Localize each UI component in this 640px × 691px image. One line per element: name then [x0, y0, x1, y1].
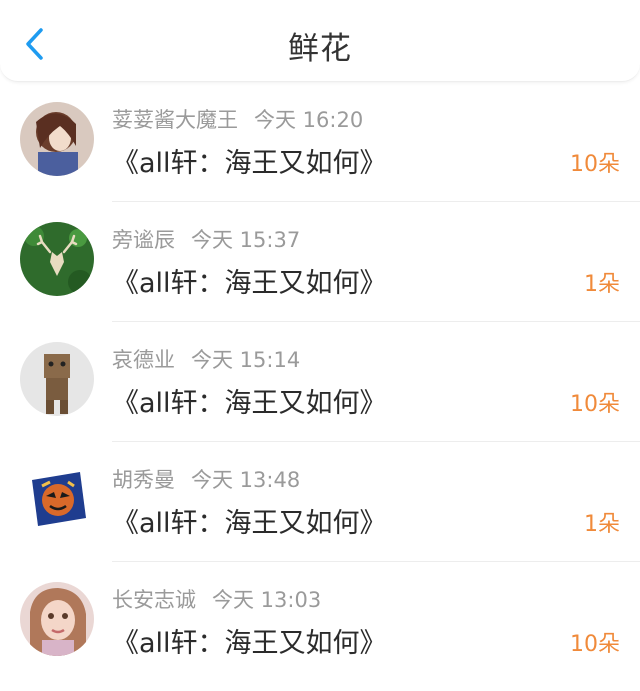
- sender-info: 旁谧辰 今天 15:37: [112, 224, 300, 254]
- list-item[interactable]: 胡秀曼 今天 13:48 《all轩：海王又如何》 1朵: [0, 442, 640, 562]
- sender-name: 长安志诚: [112, 588, 196, 612]
- list-item[interactable]: 哀德业 今天 15:14 《all轩：海王又如何》 10朵: [0, 322, 640, 442]
- timestamp: 今天 13:03: [212, 588, 322, 612]
- timestamp: 今天 13:48: [191, 468, 301, 492]
- book-title: 《all轩：海王又如何》: [112, 628, 387, 659]
- timestamp: 今天 15:14: [191, 348, 301, 372]
- timestamp: 今天 16:20: [254, 108, 364, 132]
- list-item[interactable]: 荽荽酱大魔王 今天 16:20 《all轩：海王又如何》 10朵: [0, 82, 640, 202]
- sender-name: 哀德业: [112, 348, 175, 372]
- sender-name: 荽荽酱大魔王: [112, 108, 238, 132]
- sender-name: 旁谧辰: [112, 228, 175, 252]
- list-item[interactable]: 长安志诚 今天 13:03 《all轩：海王又如何》 10朵: [0, 562, 640, 682]
- avatar[interactable]: [20, 342, 94, 416]
- avatar[interactable]: [20, 102, 94, 176]
- book-title: 《all轩：海王又如何》: [112, 148, 387, 179]
- book-title: 《all轩：海王又如何》: [112, 388, 387, 419]
- flower-gift-list: 荽荽酱大魔王 今天 16:20 《all轩：海王又如何》 10朵 旁谧辰 今天 15…: [0, 82, 640, 682]
- timestamp: 今天 15:37: [191, 228, 301, 252]
- avatar[interactable]: [20, 222, 94, 296]
- sender-info: 长安志诚 今天 13:03: [112, 584, 321, 614]
- flower-count: 10朵: [570, 152, 620, 177]
- list-item[interactable]: 旁谧辰 今天 15:37 《all轩：海王又如何》 1朵: [0, 202, 640, 322]
- book-title: 《all轩：海王又如何》: [112, 508, 387, 539]
- page-title: 鲜花: [288, 31, 352, 67]
- sender-info: 哀德业 今天 15:14: [112, 344, 300, 374]
- flower-count: 10朵: [570, 392, 620, 417]
- flower-count: 10朵: [570, 632, 620, 657]
- book-title: 《all轩：海王又如何》: [112, 268, 387, 299]
- top-bar: 鲜花: [0, 0, 640, 82]
- sender-info: 荽荽酱大魔王 今天 16:20: [112, 104, 363, 134]
- avatar[interactable]: [20, 462, 94, 536]
- flower-count: 1朵: [584, 512, 620, 537]
- avatar[interactable]: [20, 582, 94, 656]
- flower-count: 1朵: [584, 272, 620, 297]
- sender-name: 胡秀曼: [112, 468, 175, 492]
- sender-info: 胡秀曼 今天 13:48: [112, 464, 300, 494]
